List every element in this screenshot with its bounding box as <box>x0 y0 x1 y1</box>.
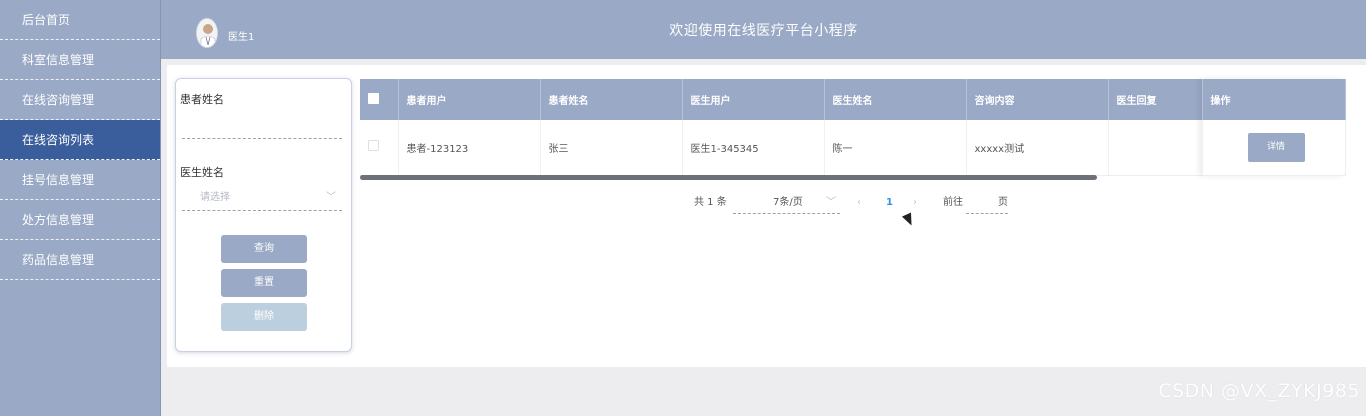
cell-patient-name: 张三 <box>540 120 683 176</box>
page-number[interactable]: 1 <box>886 192 893 214</box>
row-checkbox[interactable] <box>368 140 379 152</box>
column-header: 患者用户 <box>398 79 541 120</box>
filter-panel: 患者姓名 医生姓名 请选择 ﹀ 查询 重置 删除 <box>175 78 352 352</box>
pagination-total: 共 1 条 <box>694 197 727 208</box>
prev-page-icon[interactable]: ‹ <box>857 192 861 214</box>
column-header: 医生用户 <box>682 79 825 120</box>
cell-reply <box>1108 120 1203 176</box>
header: 医生1 欢迎使用在线医疗平台小程序 <box>161 0 1366 59</box>
page-size-select[interactable]: 7条/页 ﹀ <box>733 192 840 214</box>
reset-button[interactable]: 重置 <box>221 269 307 297</box>
table-row: 患者-123123 张三 医生1-345345 陈一 xxxxx测试 详情 <box>360 120 1346 176</box>
column-header: 医生回复 <box>1108 79 1203 120</box>
table-header-row: 患者用户 患者姓名 医生用户 医生姓名 咨询内容 医生回复 操作 <box>360 79 1346 120</box>
patient-name-input[interactable] <box>182 113 342 139</box>
chevron-down-icon: ﹀ <box>826 197 836 208</box>
sidebar: 后台首页 科室信息管理 在线咨询管理 在线咨询列表 挂号信息管理 处方信息管理 … <box>0 0 161 416</box>
delete-button[interactable]: 删除 <box>221 303 307 331</box>
column-header: 咨询内容 <box>966 79 1109 120</box>
sidebar-item-department[interactable]: 科室信息管理 <box>0 40 160 80</box>
column-header: 患者姓名 <box>540 79 683 120</box>
sidebar-item-consultation-list[interactable]: 在线咨询列表 <box>0 120 160 160</box>
patient-name-label: 患者姓名 <box>180 93 224 106</box>
watermark: CSDN @VX_ZYKJ985 <box>1158 380 1360 402</box>
select-all-checkbox[interactable] <box>368 92 379 104</box>
cell-doctor-name: 陈一 <box>824 120 967 176</box>
goto-page-input[interactable]: 页 <box>966 192 1008 214</box>
cell-patient-user: 患者-123123 <box>398 120 541 176</box>
next-page-icon[interactable]: › <box>913 192 917 214</box>
doctor-name-placeholder: 请选择 <box>200 192 230 203</box>
column-header: 操作 <box>1202 79 1346 120</box>
row-select-cell <box>360 120 399 176</box>
column-header: 医生姓名 <box>824 79 967 120</box>
doctor-name-select[interactable]: 请选择 ﹀ <box>182 185 342 211</box>
page-unit-label: 页 <box>998 197 1008 208</box>
sidebar-item-home[interactable]: 后台首页 <box>0 0 160 40</box>
detail-button[interactable]: 详情 <box>1247 132 1305 162</box>
cell-content: xxxxx测试 <box>966 120 1109 176</box>
cell-action: 详情 <box>1202 120 1346 176</box>
sidebar-item-medicine[interactable]: 药品信息管理 <box>0 240 160 280</box>
select-all-cell <box>360 79 399 120</box>
chevron-down-icon: ﹀ <box>326 192 336 203</box>
consultation-table: 患者用户 患者姓名 医生用户 医生姓名 咨询内容 医生回复 操作 患者-1231… <box>360 79 1346 181</box>
sidebar-item-registration[interactable]: 挂号信息管理 <box>0 160 160 200</box>
doctor-name-label: 医生姓名 <box>180 166 224 179</box>
goto-label: 前往 <box>943 197 963 208</box>
search-button[interactable]: 查询 <box>221 235 307 263</box>
page-title: 欢迎使用在线医疗平台小程序 <box>669 23 858 39</box>
sidebar-item-consultation-management[interactable]: 在线咨询管理 <box>0 80 160 120</box>
sidebar-item-prescription[interactable]: 处方信息管理 <box>0 200 160 240</box>
page-size-value: 7条/页 <box>773 197 803 208</box>
horizontal-scrollbar[interactable] <box>360 175 1097 180</box>
cell-doctor-user: 医生1-345345 <box>682 120 825 176</box>
